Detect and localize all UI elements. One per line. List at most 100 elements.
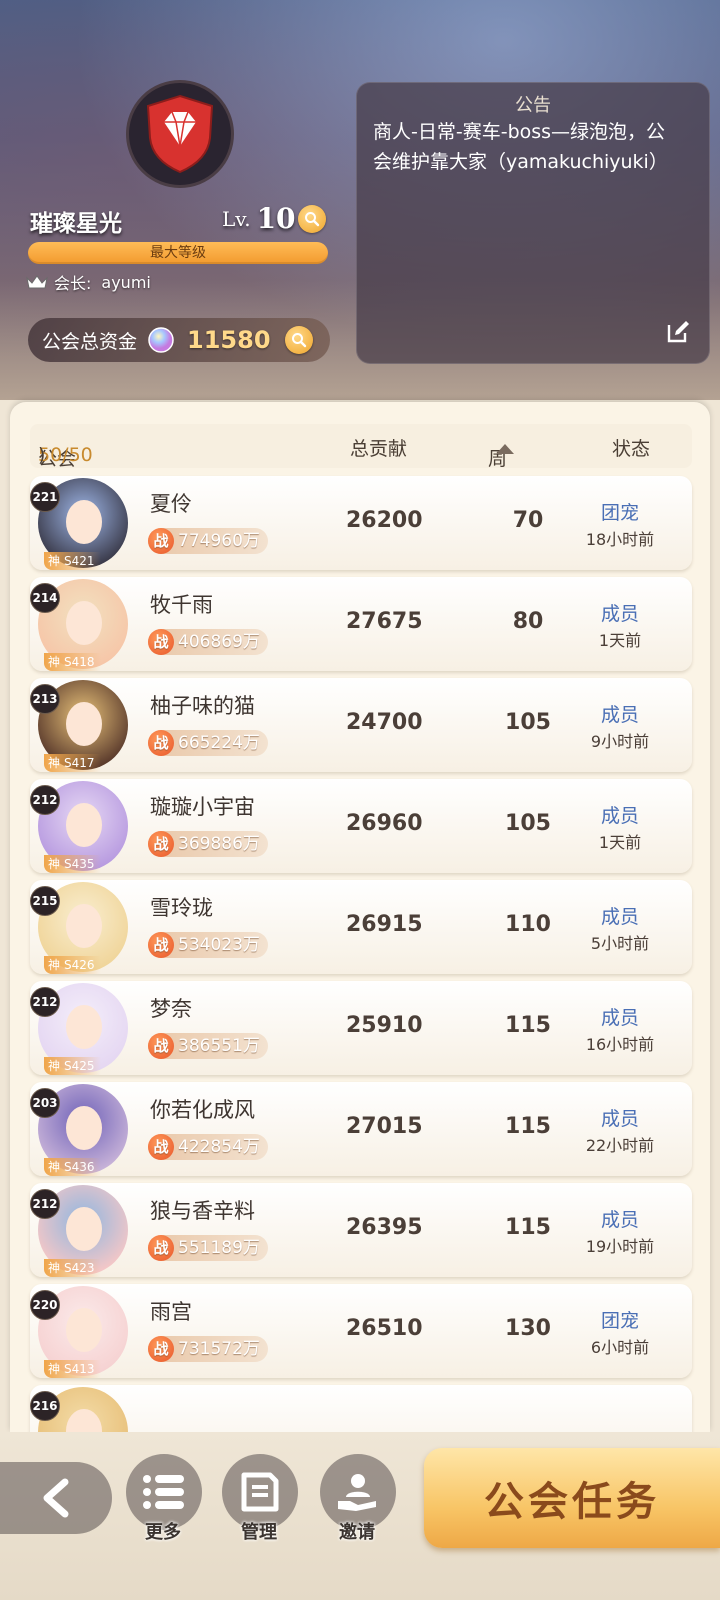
member-power: 战 731572万 [148,1336,268,1362]
member-row[interactable]: 213 S417 柚子味的猫 战 665224万 24700 105 成员 9小… [30,678,692,772]
member-name: 雨宫 [150,1300,192,1324]
guild-tasks-button[interactable]: 公会任务 [424,1448,720,1548]
member-role: 成员 [600,603,639,625]
members-close: ) [38,444,46,466]
funds-info-search-icon[interactable] [284,326,313,354]
edit-icon[interactable] [665,319,691,345]
member-server-tag: S435 [44,855,101,873]
member-list-header: 公会成员：(50/50) 总贡献 周贡献 状态 [30,424,692,547]
member-level-badge: 215 [30,886,60,916]
battle-power-icon: 战 [148,1033,174,1059]
guild-leader: 会长: ayumi [26,270,151,294]
chevron-left-icon [43,1478,69,1518]
avatar-face [66,500,102,544]
bottom-nav: 更多 管理 邀请 公会任务 [0,1432,720,1600]
total-contribution-header[interactable]: 总贡献 [350,434,407,461]
member-total-contribution: 26915 [346,912,423,937]
member-total-contribution: 26960 [346,811,423,836]
member-power: 战 774960万 [148,528,268,554]
member-level-badge: 216 [30,1391,60,1421]
member-level-badge: 212 [30,987,60,1017]
member-row[interactable]: 203 S436 你若化成风 战 422854万 27015 115 成员 22… [30,1082,692,1176]
member-name: 夏伶 [150,492,192,516]
member-power: 战 386551万 [148,1033,268,1059]
battle-power-icon: 战 [148,1235,174,1261]
member-name: 柚子味的猫 [150,694,255,718]
member-role: 成员 [600,1007,639,1029]
member-power-value: 731572万 [178,1339,260,1359]
battle-power-icon: 战 [148,629,174,655]
battle-power-icon: 战 [148,831,174,857]
member-power: 战 534023万 [148,932,268,958]
avatar-face [66,1308,102,1352]
avatar-face [66,1106,102,1150]
member-row[interactable]: 212 S423 狼与香辛料 战 551189万 26395 115 成员 19… [30,1183,692,1277]
member-power-value: 406869万 [178,632,260,652]
member-power: 战 551189万 [148,1235,268,1261]
member-role: 成员 [600,906,639,928]
avatar-face [66,1005,102,1049]
manage-label: 管理 [241,1522,277,1543]
member-role: 团宠 [600,1310,639,1332]
member-weekly-contribution: 80 [512,609,544,634]
member-level-badge: 221 [30,482,60,512]
avatar-face [66,702,102,746]
member-level-badge: 212 [30,785,60,815]
member-level-badge: 212 [30,1189,60,1219]
level-value: 10 [256,202,296,235]
member-list-panel[interactable]: 公会成员：(50/50) 总贡献 周贡献 状态 221 S421 夏伶 战 77… [10,402,710,1432]
battle-power-icon: 战 [148,1336,174,1362]
avatar-face [66,1207,102,1251]
guild-emblem[interactable] [126,80,234,188]
more-label: 更多 [145,1522,181,1543]
avatar-face [66,904,102,948]
announcement-text: 商人-日常-赛车-boss—绿泡泡，公会维护靠大家（yamakuchiyuki） [373,121,668,173]
sort-ascending-icon [496,444,514,454]
member-power-value: 551189万 [178,1238,260,1258]
member-last-online: 16小时前 [585,1035,655,1054]
level-info-search-icon[interactable] [297,204,326,233]
member-row[interactable]: 215 S426 雪玲珑 战 534023万 26915 110 成员 5小时前 [30,880,692,974]
member-row[interactable]: 220 S413 雨宫 战 731572万 26510 130 团宠 6小时前 [30,1284,692,1378]
member-role: 成员 [600,704,639,726]
announcement-panel: 公告 商人-日常-赛车-boss—绿泡泡，公会维护靠大家（yamakuchiyu… [356,82,710,364]
member-row[interactable]: 214 S418 牧千雨 战 406869万 27675 80 成员 1天前 [30,577,692,671]
guild-funds: 公会总资金 11580 [28,318,330,362]
member-total-contribution: 26200 [346,508,423,533]
member-row[interactable]: 212 S435 璇璇小宇宙 战 369886万 26960 105 成员 1天… [30,779,692,873]
member-last-online: 19小时前 [585,1237,655,1256]
leader-name: ayumi [101,272,151,292]
member-weekly-contribution: 115 [505,1215,551,1240]
member-server-tag: S421 [44,552,101,570]
member-total-contribution: 27015 [346,1114,423,1139]
member-server-tag: S413 [44,1360,101,1378]
member-row[interactable]: 216 [30,1385,692,1432]
member-level-badge: 203 [30,1088,60,1118]
member-last-online: 1天前 [598,833,642,852]
member-server-tag: S417 [44,754,101,772]
back-button[interactable] [0,1462,112,1534]
member-row[interactable]: 212 S425 梦奈 战 386551万 25910 115 成员 16小时前 [30,981,692,1075]
member-last-online: 6小时前 [590,1338,650,1357]
battle-power-icon: 战 [148,528,174,554]
member-weekly-contribution: 115 [505,1114,551,1139]
member-role: 团宠 [600,502,639,524]
member-power-value: 369886万 [178,834,260,854]
battle-power-icon: 战 [148,932,174,958]
member-last-online: 18小时前 [585,530,655,549]
battle-power-icon: 战 [148,1134,174,1160]
member-weekly-contribution: 110 [505,912,551,937]
member-last-online: 22小时前 [585,1136,655,1155]
member-row[interactable]: 221 S421 夏伶 战 774960万 26200 70 团宠 18小时前 [30,476,692,570]
member-total-contribution: 27675 [346,609,423,634]
member-power-value: 774960万 [178,531,260,551]
avatar-face [66,601,102,645]
member-last-online: 1天前 [598,631,642,650]
member-last-online: 5小时前 [590,934,650,953]
member-server-tag: S423 [44,1259,101,1277]
member-name: 璇璇小宇宙 [150,795,255,819]
member-total-contribution: 26395 [346,1215,423,1240]
member-last-online: 9小时前 [590,732,650,751]
member-weekly-contribution: 70 [512,508,544,533]
invite-hand-icon [338,1474,376,1511]
